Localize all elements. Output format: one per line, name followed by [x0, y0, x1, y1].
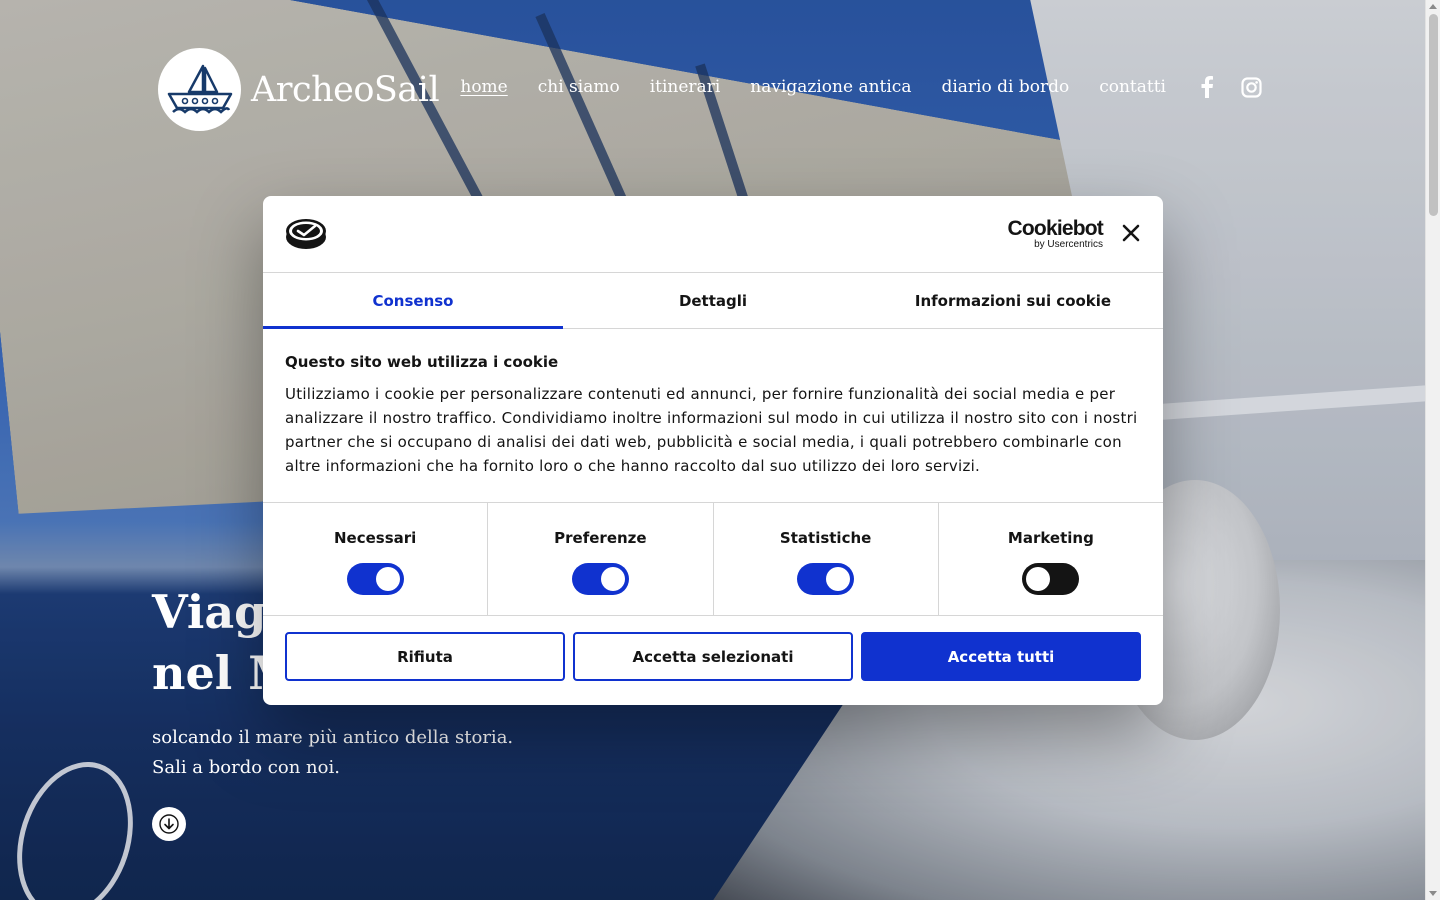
accept-all-button[interactable]: Accetta tutti — [861, 632, 1141, 681]
hero-subtitle-line1: solcando il mare più antico della storia… — [152, 727, 514, 748]
preferenze-toggle[interactable] — [571, 563, 629, 595]
marketing-toggle[interactable] — [1022, 563, 1080, 595]
logo-text: ArcheoSail — [251, 69, 440, 110]
dialog-body: Questo sito web utilizza i cookie Utiliz… — [263, 329, 1163, 503]
cookiebot-brand[interactable]: Cookiebot by Usercentrics — [1007, 217, 1104, 251]
site-header: ArcheoSail home chi siamo itinerari navi… — [158, 48, 1262, 132]
toggle-group-preferenze: Preferenze — [488, 503, 714, 615]
dialog-header: Cookiebot by Usercentrics — [263, 196, 1163, 273]
cookie-consent-dialog: Cookiebot by Usercentrics Consenso Detta… — [263, 196, 1163, 705]
accept-selected-button[interactable]: Accetta selezionati — [573, 632, 853, 681]
main-nav: home chi siamo itinerari navigazione ant… — [460, 76, 1262, 98]
instagram-icon[interactable] — [1240, 76, 1262, 98]
consent-toggles: Necessari Preferenze Statistiche Marketi… — [263, 503, 1163, 616]
nav-diario-di-bordo[interactable]: diario di bordo — [941, 77, 1069, 97]
brand-byline: by Usercentrics — [1034, 239, 1103, 250]
toggle-group-marketing: Marketing — [939, 503, 1163, 615]
scroll-down-arrow-icon[interactable] — [1429, 891, 1437, 896]
tab-consenso[interactable]: Consenso — [263, 273, 563, 329]
dialog-actions: Rifiuta Accetta selezionati Accetta tutt… — [263, 616, 1163, 697]
hero-subtitle: solcando il mare più antico della storia… — [152, 723, 672, 783]
site-logo[interactable]: ArcheoSail — [158, 48, 440, 131]
dialog-tabs: Consenso Dettagli Informazioni sui cooki… — [263, 273, 1163, 329]
scrollbar-thumb[interactable] — [1429, 14, 1438, 216]
nav-contatti[interactable]: contatti — [1099, 77, 1166, 97]
page-scrollbar[interactable] — [1425, 0, 1440, 900]
brand-name: Cookiebot — [1007, 217, 1104, 240]
toggle-label-marketing: Marketing — [1007, 529, 1094, 547]
nav-chi-siamo[interactable]: chi siamo — [538, 77, 620, 97]
facebook-icon[interactable] — [1196, 76, 1218, 98]
toggle-label-preferenze: Preferenze — [554, 529, 647, 547]
statistiche-toggle[interactable] — [797, 563, 855, 595]
nav-itinerari[interactable]: itinerari — [650, 77, 721, 97]
dialog-heading: Questo sito web utilizza i cookie — [285, 353, 559, 371]
dialog-description: Utilizziamo i cookie per personalizzare … — [285, 385, 1138, 475]
boat-logo-icon — [158, 48, 241, 131]
hero-subtitle-line2: Sali a bordo con noi. — [152, 757, 340, 778]
toggle-group-necessari: Necessari — [263, 503, 489, 615]
scroll-up-arrow-icon[interactable] — [1429, 4, 1437, 9]
toggle-label-necessari: Necessari — [333, 529, 417, 547]
close-icon[interactable] — [1121, 223, 1141, 243]
cookiebot-logo-icon — [286, 219, 326, 249]
toggle-label-statistiche: Statistiche — [779, 529, 872, 547]
toggle-group-statistiche: Statistiche — [714, 503, 939, 615]
arrow-down-icon — [159, 814, 179, 834]
nav-navigazione-antica[interactable]: navigazione antica — [750, 77, 911, 97]
tab-dettagli[interactable]: Dettagli — [563, 273, 863, 328]
reject-button[interactable]: Rifiuta — [285, 632, 565, 681]
tab-informazioni-sui-cookie[interactable]: Informazioni sui cookie — [863, 273, 1163, 328]
nav-home[interactable]: home — [460, 77, 507, 97]
necessari-toggle[interactable] — [346, 563, 404, 595]
scroll-down-button[interactable] — [152, 807, 186, 841]
